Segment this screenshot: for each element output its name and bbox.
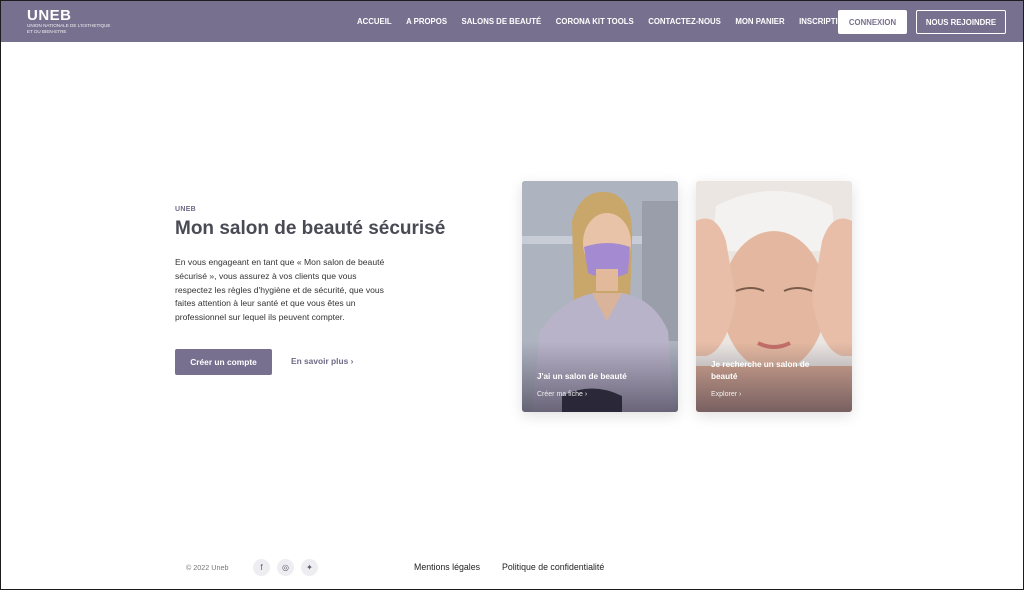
menu-item-corona-kit[interactable]: CORONA KIT TOOLS — [556, 17, 634, 26]
copyright: © 2022 Uneb — [186, 563, 229, 572]
menu-item-panier[interactable]: MON PANIER — [735, 17, 784, 26]
create-account-button[interactable]: Créer un compte — [175, 349, 272, 375]
card-title: J'ai un salon de beauté — [537, 372, 627, 381]
logo-title: UNEB — [27, 7, 72, 24]
page: UNEB Union Nationale de l'Esthetique et … — [0, 0, 1024, 590]
card-title: Je recherche un salon de beauté — [711, 360, 810, 381]
join-button[interactable]: NOUS REJOINDRE — [916, 10, 1006, 34]
find-salon-card[interactable]: Je recherche un salon de beauté Explorer… — [696, 181, 852, 412]
top-navbar: UNEB Union Nationale de l'Esthetique et … — [1, 1, 1023, 42]
menu-item-contact[interactable]: CONTACTEZ-NOUS — [648, 17, 721, 26]
instagram-icon[interactable]: ◎ — [277, 559, 294, 576]
legal-notice-link[interactable]: Mentions légales — [414, 562, 480, 572]
login-button[interactable]: CONNEXION — [838, 10, 907, 34]
logo-subtitle: Union Nationale de l'Esthetique et du Bi… — [27, 23, 111, 34]
twitter-icon[interactable]: ✦ — [301, 559, 318, 576]
menu-item-salons[interactable]: SALONS DE BEAUTÉ — [462, 17, 542, 26]
facebook-icon[interactable]: f — [253, 559, 270, 576]
menu-item-accueil[interactable]: ACCUEIL — [357, 17, 392, 26]
main-menu: ACCUEIL A PROPOS SALONS DE BEAUTÉ CORONA… — [357, 1, 864, 42]
hero-description: En vous engageant en tant que « Mon salo… — [175, 257, 385, 323]
logo[interactable]: UNEB Union Nationale de l'Esthetique et … — [27, 8, 117, 34]
salon-owner-card[interactable]: J'ai un salon de beauté Créer ma fiche › — [522, 181, 678, 412]
hero-eyebrow: UNEB — [175, 206, 197, 213]
hero-title: Mon salon de beauté sécurisé — [175, 218, 446, 239]
create-profile-link[interactable]: Créer ma fiche › — [537, 391, 587, 398]
menu-item-a-propos[interactable]: A PROPOS — [406, 17, 447, 26]
privacy-policy-link[interactable]: Politique de confidentialité — [502, 562, 604, 572]
learn-more-link[interactable]: En savoir plus › — [291, 356, 353, 366]
explore-link[interactable]: Explorer › — [711, 391, 741, 398]
